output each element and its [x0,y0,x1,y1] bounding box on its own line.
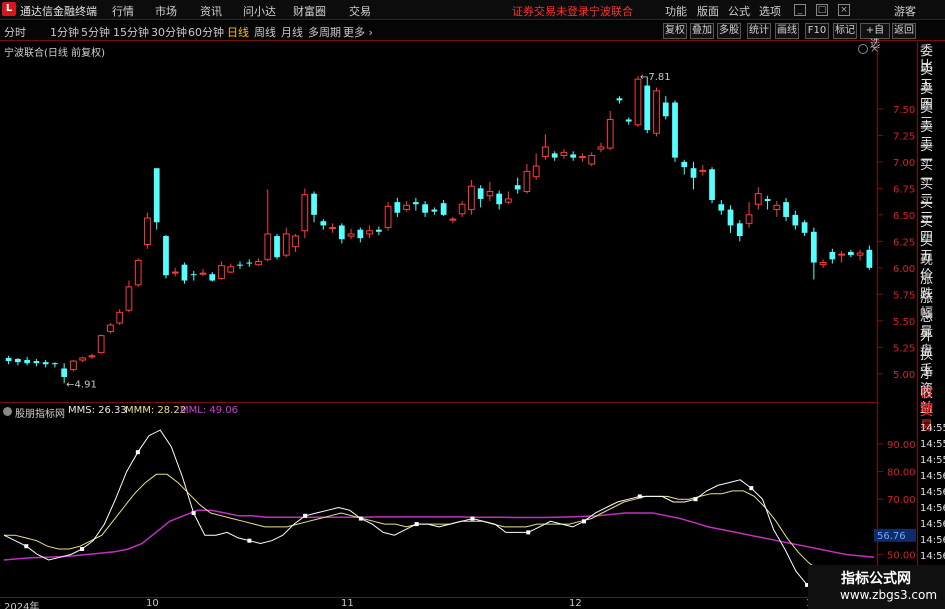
back-button[interactable]: 返回 [892,23,916,39]
time-label: 14:56 [920,519,945,530]
adjust-button[interactable]: 复权 [663,23,687,39]
tab-1min[interactable]: 1分钟 [50,24,79,40]
chart-header: 宁波联合(日线 前复权) [4,48,105,59]
period-toolbar: 分时 1分钟 5分钟 15分钟 30分钟 60分钟 日线 周线 月线 多周期 更… [0,21,945,50]
draw-line-button[interactable]: 画线 [775,23,799,39]
current-value-label: 56.76 [877,531,906,542]
time-label: 14:55 [920,423,945,434]
time-label: 14:55 [920,439,945,450]
ind-tick-label: 70.00 [887,495,916,506]
menu-options[interactable]: 选项 [759,3,781,19]
ind-tick-label: 80.00 [887,468,916,479]
tab-5min[interactable]: 5分钟 [81,24,110,40]
time-label: 14:56 [920,551,945,562]
menu-formula[interactable]: 公式 [728,3,750,19]
guest-label[interactable]: 游客 [894,3,916,19]
tab-60min[interactable]: 60分钟 [188,24,224,40]
date-label: 10 [146,598,159,609]
indicator-toggle-icon[interactable] [3,407,12,416]
menu-market[interactable]: 市场 [155,3,177,19]
current-value-box [874,528,916,542]
maximize-icon[interactable]: □ [816,4,828,16]
indicator-header: 股朋指标网 MMS: 26.33 MMM: 28.22 MML: 49.06 [0,402,878,420]
price-tick-label: 7.00 [893,158,915,169]
price-tick-label: 7.25 [893,131,915,142]
indicator-mms: MMS: 26.33 [68,405,127,416]
price-tick-label: 6.25 [893,237,915,248]
price-tick-label: 5.50 [893,317,915,328]
indicator-mmm: MMM: 28.22 [125,405,187,416]
price-tick-label: 6.75 [893,184,915,195]
price-tick-label: 5.00 [893,370,915,381]
tab-daily[interactable]: 日线 [227,24,249,40]
watermark-title: 指标公式网 [841,571,911,587]
chart-close-icon[interactable]: × [870,42,879,55]
menu-wealth[interactable]: 财富圈 [293,3,326,19]
gear-icon[interactable] [858,44,868,54]
menu-ask[interactable]: 问小达 [243,3,276,19]
tab-weekly[interactable]: 周线 [254,24,276,40]
ind-tick-label: 50.00 [887,551,916,562]
tab-more[interactable]: 更多 › [343,24,373,40]
menu-trade[interactable]: 交易 [349,3,371,19]
login-warning[interactable]: 证券交易未登录 [512,3,589,19]
indicator-mml: MML: 49.06 [180,405,239,416]
time-label: 14:56 [920,487,945,498]
price-tick-label: 5.25 [893,343,915,354]
stock-title: 宁波联合 [589,5,633,18]
time-label: 14:56 [920,503,945,514]
tab-30min[interactable]: 30分钟 [151,24,187,40]
close-icon[interactable]: × [838,4,850,16]
chevron-right-icon: › [365,26,373,39]
mark-button[interactable]: 标记 [833,23,857,39]
ind-tick-label: 90.00 [887,440,916,451]
date-label: 12 [569,598,582,609]
minimize-icon[interactable]: _ [794,4,806,16]
tab-more-label: 更多 [343,26,365,39]
price-tick-label: 6.00 [893,264,915,275]
f10-button[interactable]: F10 [805,23,829,39]
date-axis [0,597,878,609]
add-watchlist-button[interactable]: +自选 [860,23,890,50]
price-tick-label: 7.50 [893,105,915,116]
time-label: 14:56 [920,471,945,482]
date-label: 11 [341,598,354,609]
stats-button[interactable]: 统计 [747,23,771,39]
multi-stock-button[interactable]: 多股 [717,23,741,39]
menu-function[interactable]: 功能 [665,3,687,19]
date-label: 2024年 [4,602,40,609]
app-name: 通达信金融终端 [20,5,97,18]
app-logo-icon: L [2,2,16,16]
menu-layout[interactable]: 版面 [697,3,719,19]
title-bar: L 通达信金融终端 行情 市场 资讯 问小达 财富圈 交易 证券交易未登录 宁波… [0,0,945,20]
tab-intraday[interactable]: 分时 [4,24,26,40]
tab-multi-period[interactable]: 多周期 [308,24,341,40]
menu-news[interactable]: 资讯 [200,3,222,19]
tab-monthly[interactable]: 月线 [281,24,303,40]
indicator-name: 股朋指标网 [15,409,65,420]
price-axis: 7.50 7.25 7.00 6.75 6.50 6.25 6.00 5.75 5.50 5.25… [878,105,915,381]
watermark-url: www.zbgs3.com [840,588,938,602]
tab-15min[interactable]: 15分钟 [113,24,149,40]
overlay-button[interactable]: 叠加 [690,23,714,39]
price-tick-label: 6.50 [893,211,915,222]
time-label: 14:55 [920,455,945,466]
chart-frame [0,42,878,598]
price-tick-label: 5.75 [893,290,915,301]
menu-quotes[interactable]: 行情 [112,3,134,19]
time-label: 14:56 [920,535,945,546]
